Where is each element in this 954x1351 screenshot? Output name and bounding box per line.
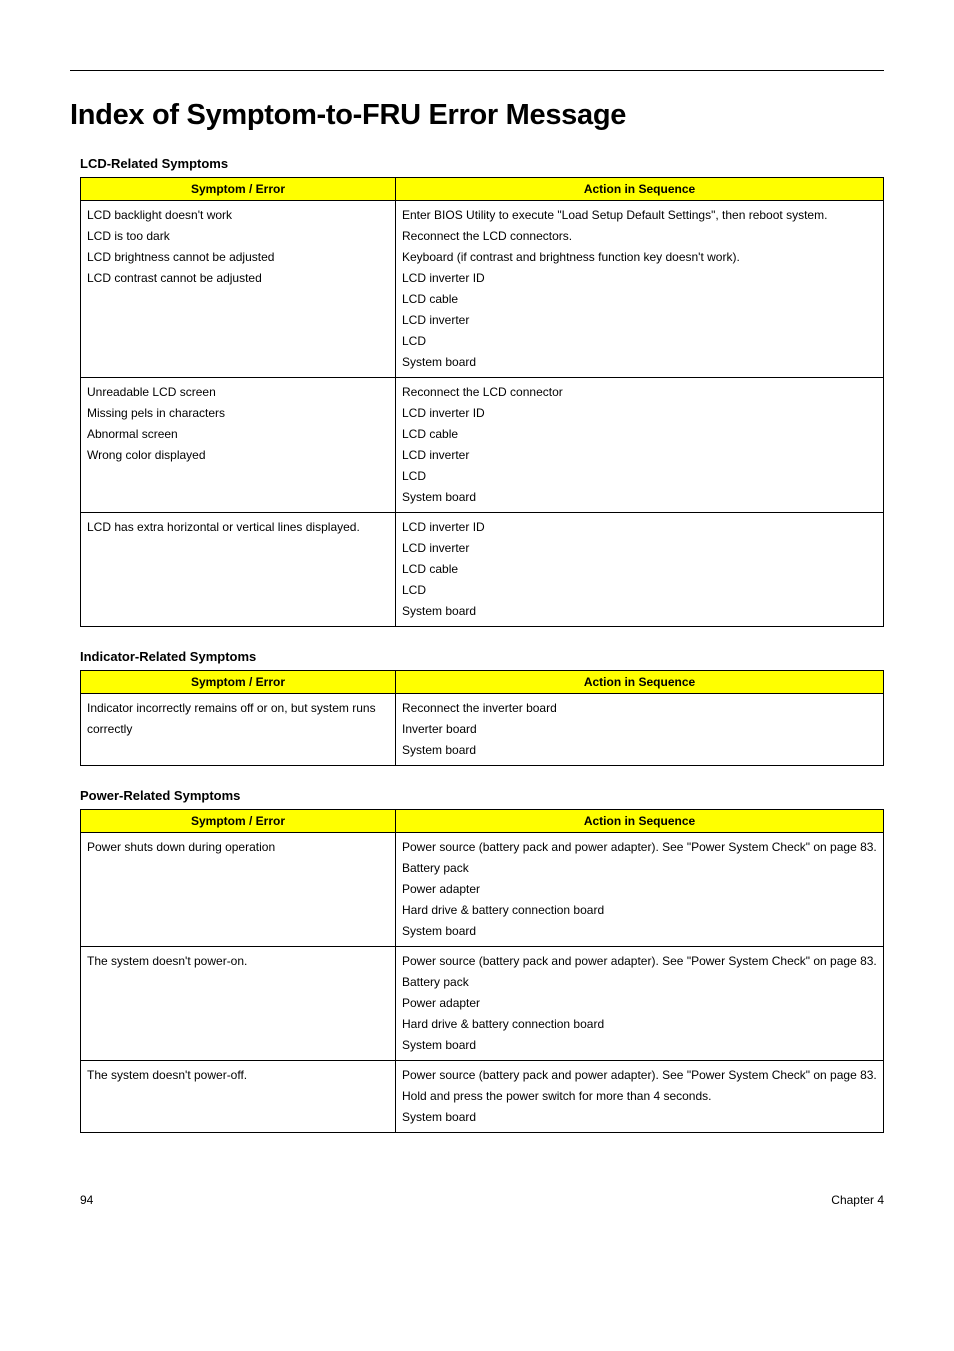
action-cell: Enter BIOS Utility to execute "Load Setu… xyxy=(396,201,884,378)
table-row: The system doesn't power-off. Power sour… xyxy=(81,1061,884,1133)
col-header-action: Action in Sequence xyxy=(396,671,884,694)
symptom-cell: Power shuts down during operation xyxy=(81,833,396,947)
table-caption: LCD-Related Symptoms xyxy=(70,156,884,171)
action-cell: Power source (battery pack and power ada… xyxy=(396,833,884,947)
lcd-symptoms-table: Symptom / Error Action in Sequence LCD b… xyxy=(80,177,884,627)
table-row: The system doesn't power-on. Power sourc… xyxy=(81,947,884,1061)
action-cell: Reconnect the LCD connectorLCD inverter … xyxy=(396,378,884,513)
action-cell: Reconnect the inverter boardInverter boa… xyxy=(396,694,884,766)
col-header-action: Action in Sequence xyxy=(396,810,884,833)
col-header-symptom: Symptom / Error xyxy=(81,671,396,694)
table-row: Unreadable LCD screenMissing pels in cha… xyxy=(81,378,884,513)
power-symptoms-table: Symptom / Error Action in Sequence Power… xyxy=(80,809,884,1133)
table-row: Indicator incorrectly remains off or on,… xyxy=(81,694,884,766)
symptom-cell: The system doesn't power-off. xyxy=(81,1061,396,1133)
table-caption: Indicator-Related Symptoms xyxy=(70,649,884,664)
table-row: LCD backlight doesn't workLCD is too dar… xyxy=(81,201,884,378)
col-header-symptom: Symptom / Error xyxy=(81,810,396,833)
table-row: LCD has extra horizontal or vertical lin… xyxy=(81,513,884,627)
action-cell: LCD inverter IDLCD inverterLCD cableLCDS… xyxy=(396,513,884,627)
table-header-row: Symptom / Error Action in Sequence xyxy=(81,671,884,694)
symptom-cell: The system doesn't power-on. xyxy=(81,947,396,1061)
col-header-symptom: Symptom / Error xyxy=(81,178,396,201)
chapter-label: Chapter 4 xyxy=(831,1193,884,1207)
page-footer: 94 Chapter 4 xyxy=(70,1193,884,1207)
symptom-cell: LCD has extra horizontal or vertical lin… xyxy=(81,513,396,627)
indicator-symptoms-table: Symptom / Error Action in Sequence Indic… xyxy=(80,670,884,766)
page-number: 94 xyxy=(80,1193,93,1207)
table-header-row: Symptom / Error Action in Sequence xyxy=(81,178,884,201)
symptom-cell: LCD backlight doesn't workLCD is too dar… xyxy=(81,201,396,378)
action-cell: Power source (battery pack and power ada… xyxy=(396,1061,884,1133)
page-title: Index of Symptom-to-FRU Error Message xyxy=(70,99,884,132)
col-header-action: Action in Sequence xyxy=(396,178,884,201)
table-row: Power shuts down during operation Power … xyxy=(81,833,884,947)
action-cell: Power source (battery pack and power ada… xyxy=(396,947,884,1061)
table-caption: Power-Related Symptoms xyxy=(70,788,884,803)
symptom-cell: Unreadable LCD screenMissing pels in cha… xyxy=(81,378,396,513)
table-header-row: Symptom / Error Action in Sequence xyxy=(81,810,884,833)
horizontal-rule xyxy=(70,70,884,71)
symptom-cell: Indicator incorrectly remains off or on,… xyxy=(81,694,396,766)
